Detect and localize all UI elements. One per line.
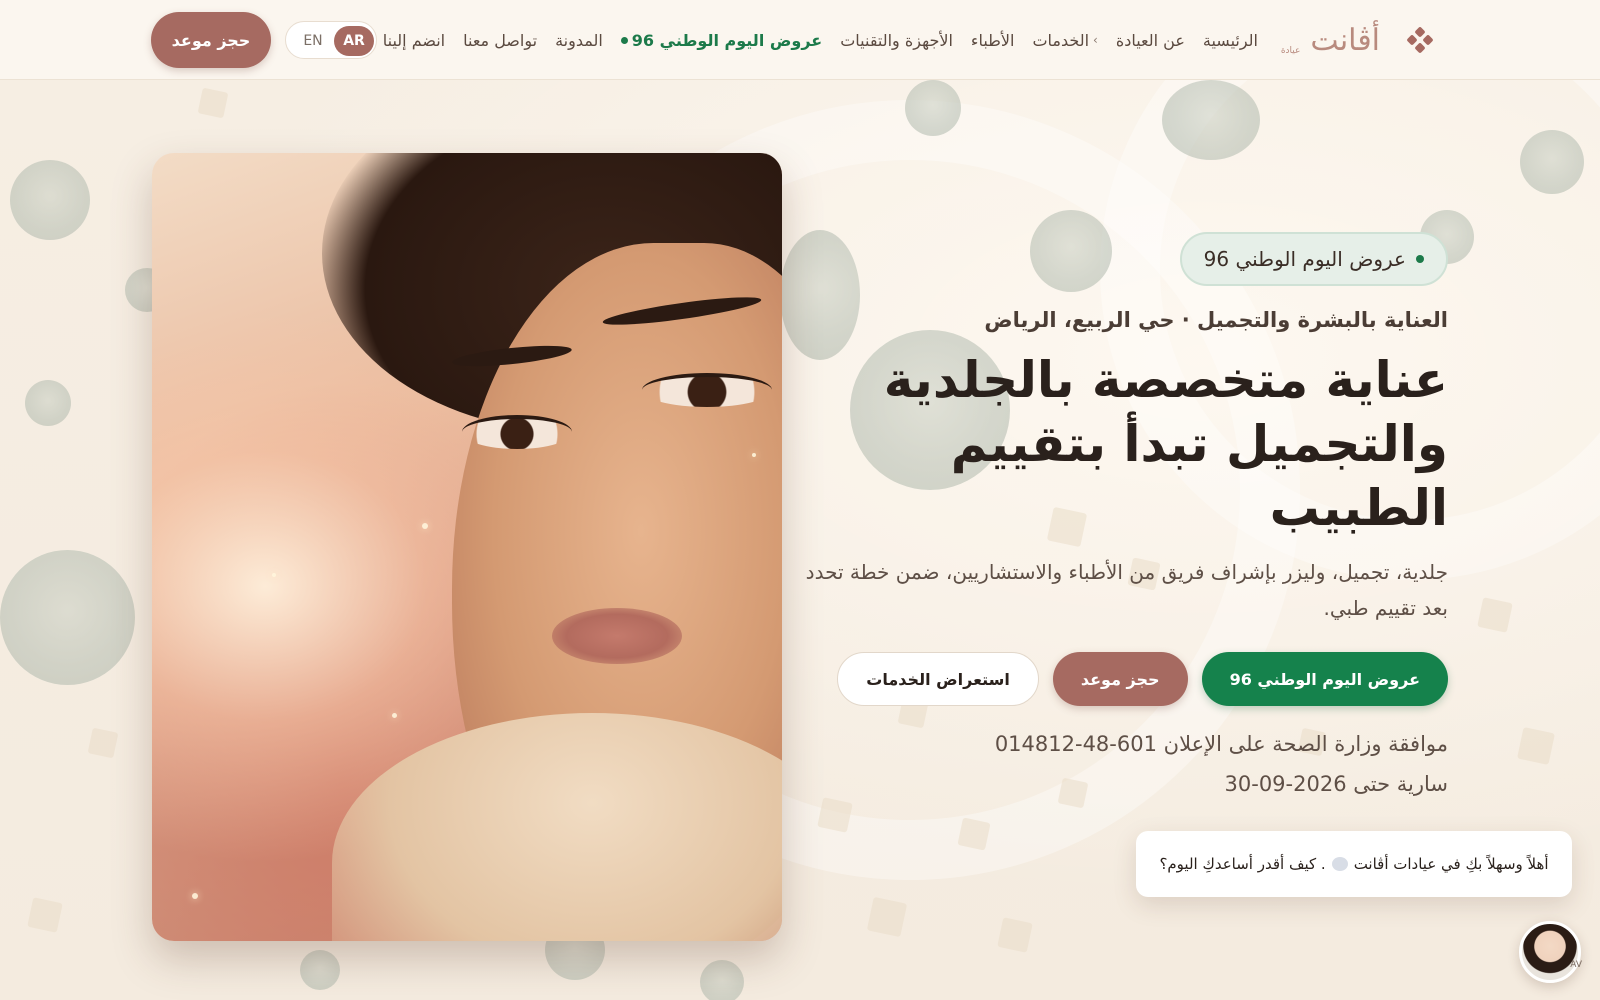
nav-home[interactable]: الرئيسية — [1203, 31, 1258, 50]
nav-about-label: عن العيادة — [1115, 30, 1185, 50]
waving-hand-icon — [1331, 857, 1348, 871]
sparkle — [392, 713, 397, 718]
dot-icon — [1416, 255, 1424, 263]
site-logo[interactable]: عيادة أڤانت — [1280, 18, 1434, 62]
book-appointment-button[interactable]: حجز موعد — [151, 12, 271, 68]
browse-services-button[interactable]: استعراض الخدمات — [837, 652, 1039, 706]
chat-greeting-text-1: أهلاً وسهلاً بكِ في عيادات أڤانت — [1353, 855, 1549, 873]
moh-license: موافقة وزارة الصحة على الإعلان 601-48-01… — [994, 732, 1448, 756]
nav-about[interactable]: عن العيادة — [1116, 31, 1185, 50]
nav-doctors-label: الأطباء — [970, 30, 1015, 50]
license-validity: سارية حتى 2026-09-30 — [1224, 772, 1449, 796]
nav-home-label: الرئيسية — [1202, 30, 1258, 50]
badge-label: عروض اليوم الوطني 96 — [1203, 247, 1406, 271]
avatar-status: AV — [1570, 960, 1582, 970]
nav-contact[interactable]: تواصل معنا — [463, 31, 537, 50]
hero-description: جلدية، تجميل، وليزر بإشراف فريق من الأطب… — [805, 560, 1448, 620]
nav-devices-label: الأجهزة والتقنيات — [840, 30, 953, 50]
lang-ar-option[interactable]: AR — [334, 26, 374, 56]
chat-greeting-bubble[interactable]: أهلاً وسهلاً بكِ في عيادات أڤانت . كيف أ… — [1136, 831, 1572, 897]
portrait-scarf — [332, 713, 782, 941]
nav-join-label: انضم إلينا — [382, 30, 446, 50]
national-day-badge[interactable]: عروض اليوم الوطني 96 — [1179, 232, 1448, 286]
nav-offers-label: عروض اليوم الوطني 96 — [631, 30, 823, 50]
hero-content: عروض اليوم الوطني 96 العناية بالبشرة وال… — [798, 232, 1448, 804]
chat-greeting-text-2: . كيف أقدر أساعدكِ اليوم؟ — [1159, 855, 1326, 873]
portrait-lips — [552, 608, 682, 664]
offers-button[interactable]: عروض اليوم الوطني 96 — [1201, 652, 1448, 706]
hero-cta-group: عروض اليوم الوطني 96 حجز موعد استعراض ال… — [798, 652, 1448, 706]
dot-icon — [620, 36, 628, 44]
portrait-eye-right — [642, 373, 772, 407]
main-nav: الرئيسية عن العيادة الخدمات ‹ الأطباء ال… — [383, 26, 1258, 54]
nav-join[interactable]: انضم إلينا — [383, 31, 445, 50]
logo-wordmark: أڤانت — [1310, 22, 1380, 58]
nav-blog-label: المدونة — [555, 30, 603, 50]
nav-services[interactable]: الخدمات ‹ — [1032, 31, 1097, 50]
nav-devices[interactable]: الأجهزة والتقنيات — [840, 31, 953, 50]
logo-subtext: عيادة — [1280, 46, 1301, 56]
chat-assistant-avatar[interactable]: AV — [1519, 921, 1582, 983]
nav-national-day-offers[interactable]: عروض اليوم الوطني 96 — [620, 30, 823, 50]
site-header: حجز موعد EN AR الرئيسية عن العيادة الخدم… — [0, 0, 1600, 80]
chevron-down-icon[interactable]: ‹ — [1093, 33, 1098, 47]
portrait-eye-left — [462, 415, 572, 449]
hero-subtitle: العناية بالبشرة والتجميل · حي الربيع، ال… — [984, 308, 1448, 332]
diamond-cluster-icon — [1406, 26, 1434, 54]
sparkle — [422, 523, 428, 529]
language-toggle[interactable]: EN AR — [285, 21, 377, 59]
nav-doctors[interactable]: الأطباء — [971, 31, 1015, 50]
hero-headline: عناية متخصصة بالجلدية والتجميل تبدأ بتقي… — [883, 351, 1448, 537]
book-appointment-cta[interactable]: حجز موعد — [1052, 652, 1188, 706]
lang-en-option[interactable]: EN — [294, 26, 332, 56]
nav-contact-label: تواصل معنا — [463, 30, 538, 50]
sparkle — [752, 453, 756, 457]
sparkle — [272, 573, 276, 577]
hero-portrait-image — [152, 153, 782, 941]
nav-services-label: الخدمات — [1032, 30, 1090, 50]
license-info: موافقة وزارة الصحة على الإعلان 601-48-01… — [798, 724, 1448, 804]
nav-blog[interactable]: المدونة — [555, 31, 603, 50]
sparkle — [192, 893, 198, 899]
